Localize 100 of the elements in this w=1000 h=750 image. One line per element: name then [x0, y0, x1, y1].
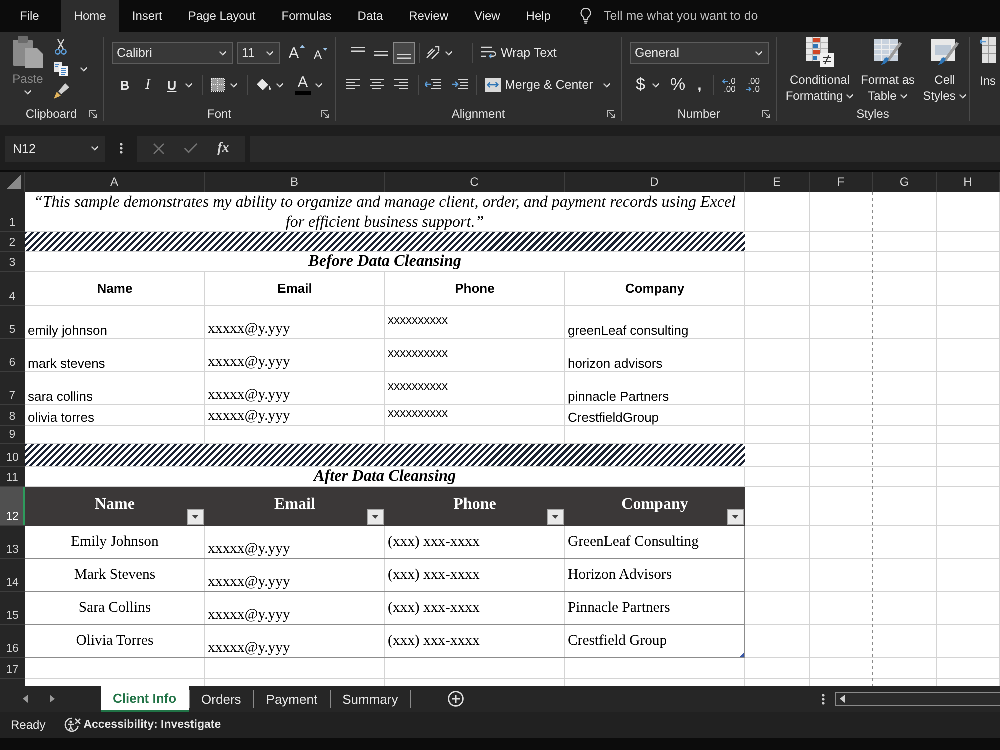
decrease-decimal-button[interactable]: .00 .0	[746, 77, 760, 93]
font-size-field[interactable]: 11	[237, 42, 280, 64]
company-name: pinnacle Partners	[568, 389, 670, 404]
caret-icon[interactable]	[603, 82, 612, 88]
caret-icon[interactable]	[652, 82, 660, 88]
color-swatch-icon	[295, 91, 311, 95]
bottom-align-button[interactable]	[393, 42, 415, 64]
more-options-icon[interactable]	[120, 143, 123, 154]
select-all-icon[interactable]	[7, 175, 21, 189]
caret-icon[interactable]	[80, 66, 88, 72]
accessibility-status[interactable]: Accessibility: Investigate	[84, 719, 222, 731]
decrease-indent-icon[interactable]	[425, 78, 441, 92]
menu-tab[interactable]: Formulas	[268, 0, 345, 32]
merge-and-center-button[interactable]: Merge & Center	[485, 78, 594, 92]
increase-decimal-button[interactable]: .0 .00	[722, 77, 736, 93]
caret-icon[interactable]	[445, 50, 453, 56]
caret-icon[interactable]	[91, 146, 99, 151]
cancel-icon[interactable]	[152, 142, 165, 154]
checkmark-icon[interactable]	[184, 143, 198, 154]
next-sheet-icon[interactable]	[50, 695, 55, 703]
cell-brush-icon	[931, 37, 959, 67]
row-header[interactable]: 12	[0, 487, 25, 526]
sheet-tab[interactable]: Client Info	[101, 686, 189, 712]
filter-button[interactable]	[187, 509, 204, 525]
comma-style-button[interactable]: ,	[698, 76, 702, 94]
underline-button[interactable]: U	[162, 74, 182, 96]
section-title: Before Data Cleansing	[308, 252, 462, 271]
menu-tab[interactable]: Insert	[119, 0, 176, 32]
sheet-tab[interactable]: Orders	[190, 686, 254, 712]
insert-function-button[interactable]: fx	[218, 140, 230, 156]
caret-icon[interactable]	[230, 82, 238, 88]
currency-button[interactable]: $	[636, 75, 646, 95]
italic-button[interactable]: I	[138, 74, 158, 96]
caret-icon[interactable]	[846, 94, 854, 100]
scroll-left-icon[interactable]	[840, 695, 845, 703]
accessibility-icon[interactable]	[62, 717, 81, 733]
align-left-icon[interactable]	[346, 79, 360, 91]
menu-tab[interactable]: View	[462, 0, 514, 32]
filter-button[interactable]	[727, 509, 744, 525]
email-address: xxxxx@y.yyy	[208, 354, 290, 371]
menu-tab[interactable]: Page Layout	[175, 0, 269, 32]
caret-icon[interactable]	[219, 50, 227, 56]
add-sheet-icon[interactable]	[448, 691, 464, 707]
caret-icon[interactable]	[315, 82, 323, 88]
percent-button[interactable]: %	[670, 75, 686, 95]
menu-tab[interactable]: Data	[344, 0, 396, 32]
left-arrow-icon	[722, 78, 728, 84]
align-right-icon[interactable]	[394, 79, 408, 91]
dialog-launcher-icon[interactable]	[762, 110, 770, 118]
email-address: xxxxx@y.yyy	[208, 387, 290, 404]
sheet-tab[interactable]: Summary	[330, 686, 410, 712]
align-center-icon[interactable]	[370, 79, 384, 91]
dialog-launcher-icon[interactable]	[607, 110, 615, 118]
conditional-formatting-button[interactable]: Conditional Formatting	[785, 37, 855, 104]
tell-me-search-field[interactable]: Tell me what you want to do	[604, 7, 834, 25]
caret-icon[interactable]	[266, 50, 274, 56]
insert-cells-button[interactable]: Ins	[980, 37, 1000, 88]
scissors-icon[interactable]	[55, 39, 67, 55]
email-address: xxxxx@y.yyy	[208, 574, 290, 591]
horizontal-scrollbar[interactable]	[835, 692, 1000, 706]
bold-button[interactable]: B	[115, 74, 135, 96]
number-format-field[interactable]: General	[630, 42, 769, 64]
grow-font-button[interactable]: A	[289, 44, 306, 62]
dialog-launcher-icon[interactable]	[321, 110, 329, 118]
font-color-button[interactable]: A	[295, 75, 311, 95]
previous-sheet-icon[interactable]	[23, 695, 28, 703]
resize-handle-icon[interactable]	[740, 653, 744, 657]
wrap-text-button[interactable]: Wrap Text	[481, 46, 557, 60]
bottom-align-icon	[397, 54, 411, 59]
lightbulb-icon[interactable]	[580, 8, 592, 24]
menu-tab[interactable]: Help	[513, 0, 564, 32]
format-painter-icon[interactable]	[54, 83, 70, 99]
text-orientation-icon[interactable]	[426, 46, 440, 60]
company-name: CrestfieldGroup	[568, 410, 660, 425]
caret-icon[interactable]	[276, 82, 284, 88]
copy-icon[interactable]	[54, 62, 68, 76]
menu-tab[interactable]: File	[7, 0, 52, 32]
name-box-field[interactable]: N12	[5, 136, 105, 162]
borders-icon[interactable]	[211, 78, 225, 92]
menu-tab[interactable]: Home	[61, 0, 120, 32]
font-name-field[interactable]: Calibri	[112, 42, 233, 64]
shrink-font-button[interactable]: A	[314, 48, 328, 62]
phone-number: xxxxxxxxxx	[388, 378, 448, 392]
caret-icon[interactable]	[755, 50, 763, 56]
caret-icon[interactable]	[185, 82, 193, 88]
menu-tab[interactable]: Review	[396, 0, 462, 32]
caret-icon[interactable]	[958, 94, 967, 100]
insert-cells-icon	[980, 37, 996, 65]
filter-button[interactable]	[547, 509, 564, 525]
dialog-launcher-icon[interactable]	[89, 110, 97, 118]
more-options-icon[interactable]	[822, 694, 825, 704]
group-label: Number	[678, 107, 720, 121]
increase-indent-icon[interactable]	[452, 78, 468, 92]
sheet-tab[interactable]: Payment	[254, 686, 330, 712]
caret-icon[interactable]	[900, 94, 908, 100]
format-as-table-button[interactable]: Format as Table	[859, 37, 917, 104]
cell-styles-button[interactable]: Cell Styles	[921, 37, 969, 104]
group-label: Styles	[856, 107, 890, 121]
filter-button[interactable]	[367, 509, 384, 525]
paint-bucket-icon[interactable]	[256, 78, 272, 92]
